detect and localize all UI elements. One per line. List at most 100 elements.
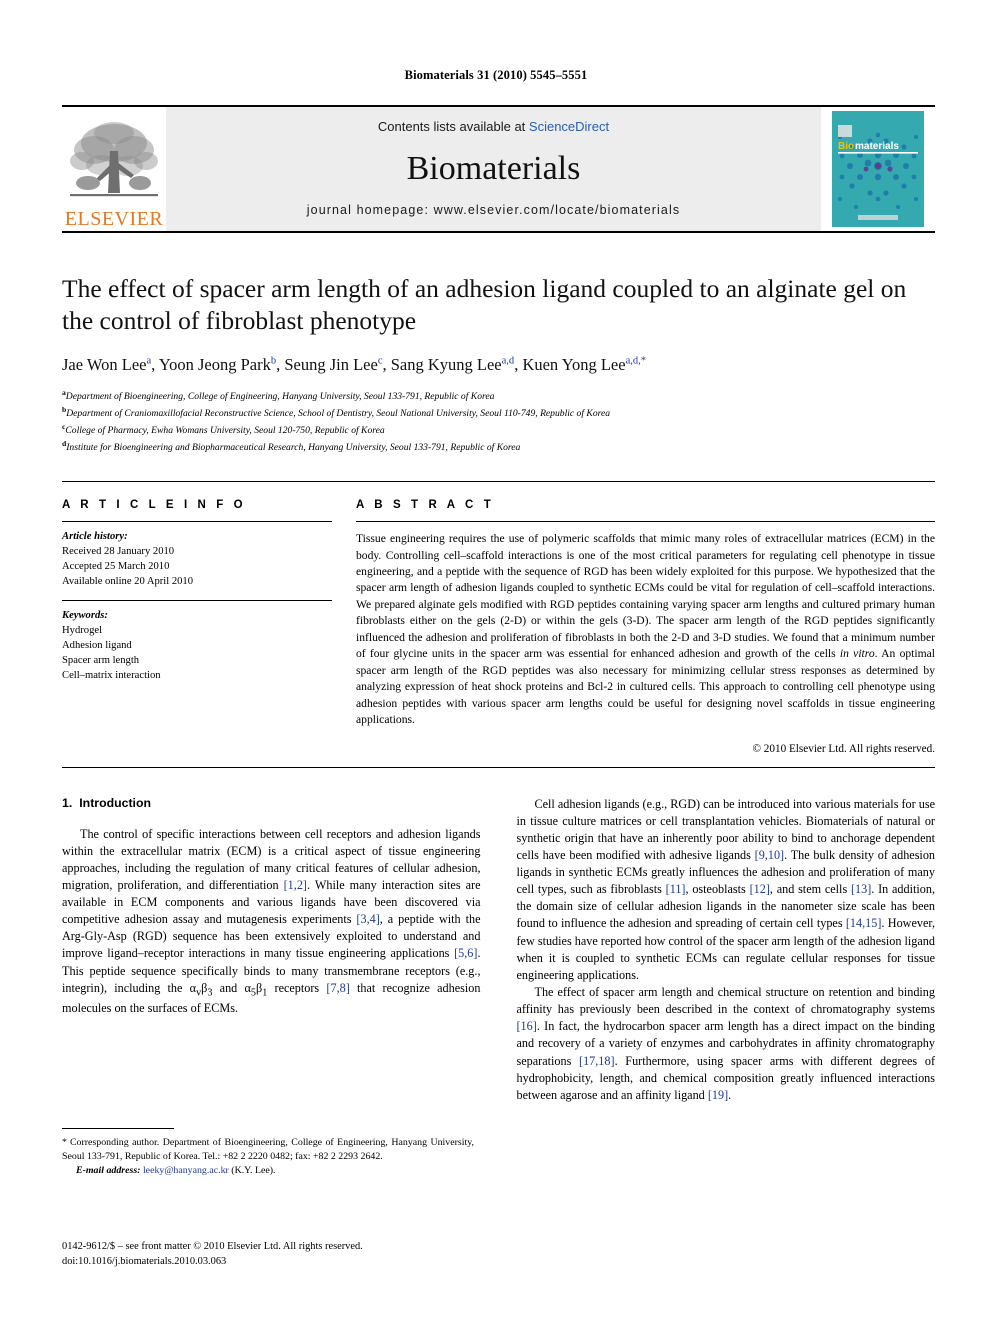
journal-masthead: ELSEVIER Contents lists available at Sci… <box>62 105 935 233</box>
affiliation-item: aDepartment of Bioengineering, College o… <box>62 387 930 404</box>
author-list: Jae Won Leea, Yoon Jeong Parkb, Seung Ji… <box>62 355 646 375</box>
abstract-part-1: Tissue engineering requires the use of p… <box>356 532 935 661</box>
citation-ref[interactable]: [3,4] <box>356 912 379 926</box>
author-entry: Kuen Yong Leea,d,* <box>522 355 646 374</box>
section-title: Introduction <box>79 795 151 810</box>
article-history-label: Article history: <box>62 531 128 543</box>
elsevier-logo: ELSEVIER <box>62 107 166 231</box>
svg-text:materials: materials <box>855 141 899 152</box>
keywords-label: Keywords: <box>62 610 108 622</box>
keyword-item: Spacer arm length <box>62 655 140 667</box>
author-name: Jae Won Lee <box>62 355 147 375</box>
author-name: Yoon Jeong Park <box>158 355 271 375</box>
citation-ref[interactable]: [5,6] <box>454 946 477 960</box>
section-divider <box>62 766 935 768</box>
svg-text:Bio: Bio <box>838 141 854 152</box>
citation-ref[interactable]: [11] <box>666 882 686 896</box>
introduction-heading: 1. Introduction <box>62 796 481 810</box>
info-abstract-section: A R T I C L E I N F O Article history: R… <box>62 481 936 755</box>
citation-ref[interactable]: [17,18] <box>579 1054 615 1068</box>
contents-available-line: Contents lists available at ScienceDirec… <box>378 119 609 134</box>
article-history-group: Article history: Received 28 January 201… <box>62 522 332 589</box>
affiliation-list: aDepartment of Bioengineering, College o… <box>62 387 930 455</box>
contents-prefix: Contents lists available at <box>377 119 529 134</box>
imprint-block: 0142-9612/$ – see front matter © 2010 El… <box>62 1240 492 1270</box>
citation-ref[interactable]: [16] <box>517 1019 537 1033</box>
keywords-group: Keywords: Hydrogel Adhesion ligand Space… <box>62 600 332 683</box>
issn-line: 0142-9612/$ – see front matter © 2010 El… <box>62 1241 363 1252</box>
email-link[interactable]: leeky@hanyang.ac.kr <box>143 1165 229 1176</box>
intro-paragraph-left: The control of specific interactions bet… <box>62 826 481 1018</box>
title-block: The effect of spacer arm length of an ad… <box>62 273 930 455</box>
integrin-a5b1: α5β1 <box>245 981 268 998</box>
affiliation-item: dInstitute for Bioengineering and Biopha… <box>62 438 930 455</box>
text-run: receptors <box>267 980 327 995</box>
sciencedirect-link[interactable]: ScienceDirect <box>529 119 609 134</box>
footnote-divider <box>62 1128 174 1129</box>
article-info-heading: A R T I C L E I N F O <box>62 499 247 512</box>
elsevier-tree-icon <box>70 122 158 197</box>
author-affiliation-mark: a,d,* <box>625 355 646 367</box>
author-affiliation-mark: c <box>377 355 383 367</box>
history-item: Accepted 25 March 2010 <box>62 561 170 573</box>
abstract-heading: A B S T R A C T <box>356 499 495 512</box>
body-columns: 1. Introduction The control of specific i… <box>62 796 935 1105</box>
citation-ref[interactable]: [9,10] <box>755 848 784 862</box>
author-entry: Jae Won Leea <box>62 355 151 374</box>
paper-title: The effect of spacer arm length of an ad… <box>62 274 907 336</box>
author-name: Kuen Yong Lee <box>522 355 626 375</box>
footnote-block: * Corresponding author. Department of Bio… <box>62 1128 474 1178</box>
email-note: E-mail address: leeky@hanyang.ac.kr (K.Y… <box>62 1164 474 1178</box>
intro-paragraph-right-2: The effect of spacer arm length and chem… <box>517 984 936 1104</box>
text-run: . <box>728 1087 732 1102</box>
abstract-italic-term: in vitro <box>839 647 875 661</box>
author-affiliation-mark: a <box>146 355 152 367</box>
affiliation-text: Department of Craniomaxillofacial Recons… <box>66 407 611 419</box>
doi-line[interactable]: doi:10.1016/j.biomaterials.2010.03.063 <box>62 1255 492 1270</box>
corresponding-author-text: Corresponding author. Department of Bioe… <box>62 1137 474 1163</box>
affiliation-item: bDepartment of Craniomaxillofacial Recon… <box>62 404 930 421</box>
affiliation-item: cCollege of Pharmacy, Ewha Womans Univer… <box>62 421 930 438</box>
corresponding-author-note: * Corresponding author. Department of Bio… <box>62 1136 474 1164</box>
abstract-copyright: © 2010 Elsevier Ltd. All rights reserved… <box>752 742 936 755</box>
section-number: 1. <box>62 795 73 810</box>
citation-ref[interactable]: [13] <box>851 882 871 896</box>
left-column: 1. Introduction The control of specific i… <box>62 796 481 1105</box>
footnote-marker: * <box>62 1137 67 1148</box>
author-entry: Sang Kyung Leea,d <box>391 355 514 374</box>
citation-ref[interactable]: [14,15] <box>846 916 882 930</box>
keyword-item: Hydrogel <box>62 625 103 637</box>
journal-homepage[interactable]: journal homepage: www.elsevier.com/locat… <box>307 203 680 217</box>
elsevier-wordmark: ELSEVIER <box>64 208 164 230</box>
abstract-text: Tissue engineering requires the use of p… <box>356 521 935 728</box>
text-run: and <box>212 980 245 995</box>
running-head: Biomaterials 31 (2010) 5545–5551 <box>404 68 588 82</box>
cover-image: Bio materials <box>832 111 924 227</box>
affiliation-text: Institute for Bioengineering and Biophar… <box>66 442 521 454</box>
citation-ref[interactable]: [19] <box>708 1088 728 1102</box>
intro-paragraph-right-1: Cell adhesion ligands (e.g., RGD) can be… <box>517 796 936 985</box>
cover-artwork-icon: Bio materials <box>832 111 924 227</box>
keyword-item: Adhesion ligand <box>62 640 132 652</box>
article-info-column: A R T I C L E I N F O Article history: R… <box>62 499 332 754</box>
affiliation-text: College of Pharmacy, Ewha Womans Univers… <box>65 425 385 437</box>
journal-cover-thumbnail: Bio materials <box>821 107 935 231</box>
journal-article-page: Biomaterials 31 (2010) 5545–5551 ELSEVIE… <box>0 0 992 1323</box>
masthead-center: Contents lists available at ScienceDirec… <box>166 107 821 231</box>
integrin-avb3: αvβ3 <box>190 981 213 998</box>
keyword-item: Cell–matrix interaction <box>62 670 161 682</box>
author-affiliation-mark: a,d <box>501 355 515 367</box>
right-column: Cell adhesion ligands (e.g., RGD) can be… <box>517 796 936 1105</box>
citation-ref[interactable]: [1,2] <box>284 878 307 892</box>
citation-ref[interactable]: [12] <box>750 882 770 896</box>
history-item: Received 28 January 2010 <box>62 546 175 558</box>
author-entry: Yoon Jeong Parkb <box>159 355 276 374</box>
email-label: E-mail address: <box>76 1165 141 1177</box>
author-affiliation-mark: b <box>270 355 277 367</box>
text-run: The effect of spacer arm length and chem… <box>516 985 936 1017</box>
text-run: , and stem cells <box>769 882 851 897</box>
author-name: Sang Kyung Lee <box>390 355 502 375</box>
author-entry: Seung Jin Leec <box>284 355 382 374</box>
citation-ref[interactable]: [7,8] <box>326 981 349 995</box>
abstract-column: A B S T R A C T Tissue engineering requi… <box>356 499 936 755</box>
